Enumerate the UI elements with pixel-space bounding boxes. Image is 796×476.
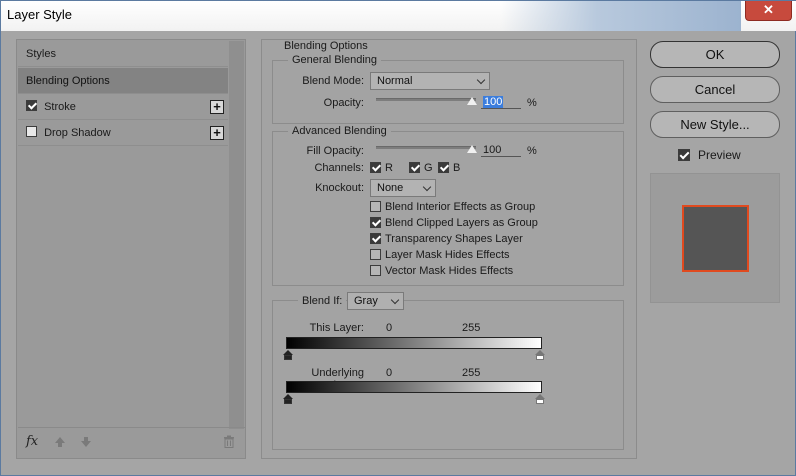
cancel-button[interactable]: Cancel bbox=[650, 76, 780, 103]
trash-icon[interactable] bbox=[223, 435, 235, 451]
arrow-up-icon[interactable] bbox=[54, 436, 66, 448]
styles-list-item-label: Drop Shadow bbox=[44, 127, 111, 139]
knockout-label: Knockout: bbox=[315, 182, 364, 194]
channels-label: Channels: bbox=[314, 162, 364, 174]
ok-button[interactable]: OK bbox=[650, 41, 780, 68]
blend-if-select[interactable]: Gray bbox=[347, 292, 404, 310]
styles-list-panel: Styles Blending Options Stroke + Drop Sh… bbox=[16, 39, 246, 459]
close-button[interactable]: ✕ bbox=[745, 1, 792, 21]
arrow-down-icon[interactable] bbox=[80, 436, 92, 448]
styles-list-scrollbar[interactable] bbox=[229, 41, 244, 429]
blend-mode-value: Normal bbox=[377, 75, 413, 87]
transparency-shapes-layer-label: Transparency Shapes Layer bbox=[385, 233, 523, 245]
add-drop-shadow-button[interactable]: + bbox=[210, 126, 224, 140]
styles-list-item-styles[interactable]: Styles bbox=[18, 41, 228, 67]
styles-list-item-stroke[interactable]: Stroke + bbox=[18, 94, 228, 120]
this-layer-white-stop[interactable] bbox=[535, 350, 545, 360]
styles-list-item-label: Stroke bbox=[44, 101, 76, 113]
this-layer-black-stop[interactable] bbox=[283, 350, 293, 360]
preview-checkbox[interactable] bbox=[678, 149, 690, 161]
channel-b-checkbox[interactable] bbox=[438, 162, 449, 173]
underlying-layer-low-value: 0 bbox=[386, 367, 393, 379]
styles-list-item-blending-options[interactable]: Blending Options bbox=[18, 68, 228, 94]
vector-mask-hides-effects-checkbox[interactable] bbox=[370, 265, 381, 276]
styles-list-item-label: Blending Options bbox=[26, 75, 110, 87]
stroke-checkbox[interactable] bbox=[26, 100, 37, 111]
channel-b-label: B bbox=[453, 162, 461, 174]
advanced-blending-title: Advanced Blending bbox=[288, 125, 391, 137]
fill-opacity-slider-track[interactable] bbox=[376, 146, 476, 149]
general-blending-group bbox=[272, 60, 624, 124]
blend-clipped-layers-checkbox[interactable] bbox=[370, 217, 381, 228]
underlying-layer-high-value: 255 bbox=[462, 367, 481, 379]
channel-g-label: G bbox=[424, 162, 433, 174]
underlying-layer-black-stop[interactable] bbox=[283, 394, 293, 404]
preview-swatch bbox=[682, 205, 749, 272]
opacity-unit: % bbox=[527, 97, 537, 109]
channel-r-checkbox[interactable] bbox=[370, 162, 381, 173]
preview-area bbox=[650, 173, 780, 303]
this-layer-gradient bbox=[286, 337, 542, 349]
vector-mask-hides-effects-label: Vector Mask Hides Effects bbox=[385, 265, 514, 277]
fill-opacity-slider-thumb[interactable] bbox=[467, 145, 477, 153]
add-stroke-button[interactable]: + bbox=[210, 100, 224, 114]
chevron-down-icon bbox=[422, 182, 432, 192]
chevron-down-icon bbox=[476, 75, 486, 85]
knockout-select[interactable]: None bbox=[370, 179, 436, 197]
blend-if-label: Blend If: bbox=[298, 295, 347, 307]
opacity-value: 100 bbox=[483, 96, 504, 108]
fill-opacity-label: Fill Opacity: bbox=[306, 145, 364, 157]
general-blending-title: General Blending bbox=[288, 54, 382, 66]
styles-list-footer: fx bbox=[18, 427, 246, 457]
fx-icon[interactable]: fx bbox=[26, 434, 38, 449]
layer-mask-hides-effects-label: Layer Mask Hides Effects bbox=[385, 249, 510, 261]
blending-options-panel: Blending Options General Blending Blend … bbox=[261, 39, 637, 459]
opacity-label: Opacity: bbox=[323, 97, 364, 109]
title-bar-background bbox=[501, 1, 741, 31]
drop-shadow-checkbox[interactable] bbox=[26, 126, 37, 137]
opacity-input[interactable]: 100 bbox=[481, 95, 521, 109]
blend-if-value: Gray bbox=[354, 295, 378, 307]
this-layer-low-value: 0 bbox=[386, 322, 393, 334]
fill-opacity-unit: % bbox=[527, 145, 537, 157]
styles-list-item-label: Styles bbox=[26, 48, 56, 60]
window-title: Layer Style bbox=[7, 7, 73, 22]
preview-label: Preview bbox=[698, 148, 741, 162]
blend-mode-select[interactable]: Normal bbox=[370, 72, 490, 90]
this-layer-label: This Layer: bbox=[309, 322, 364, 334]
fill-opacity-value: 100 bbox=[483, 144, 502, 156]
channel-r-label: R bbox=[385, 162, 393, 174]
layer-mask-hides-effects-checkbox[interactable] bbox=[370, 249, 381, 260]
opacity-slider-track[interactable] bbox=[376, 98, 476, 101]
plus-icon: + bbox=[213, 125, 221, 140]
fill-opacity-input[interactable]: 100 bbox=[481, 143, 521, 157]
blend-interior-effects-checkbox[interactable] bbox=[370, 201, 381, 212]
underlying-layer-gradient bbox=[286, 381, 542, 393]
plus-icon: + bbox=[213, 99, 221, 114]
this-layer-high-value: 255 bbox=[462, 322, 481, 334]
blend-clipped-layers-label: Blend Clipped Layers as Group bbox=[385, 217, 538, 229]
blending-options-title: Blending Options bbox=[280, 40, 372, 52]
knockout-value: None bbox=[377, 182, 404, 194]
underlying-layer-white-stop[interactable] bbox=[535, 394, 545, 404]
close-icon[interactable]: ✕ bbox=[763, 2, 774, 17]
title-bar[interactable]: Layer Style ✕ bbox=[1, 1, 796, 31]
blend-mode-label: Blend Mode: bbox=[302, 75, 364, 87]
chevron-down-icon bbox=[390, 295, 400, 305]
channel-g-checkbox[interactable] bbox=[409, 162, 420, 173]
styles-list-item-drop-shadow[interactable]: Drop Shadow + bbox=[18, 120, 228, 146]
transparency-shapes-layer-checkbox[interactable] bbox=[370, 233, 381, 244]
opacity-slider-thumb[interactable] bbox=[467, 97, 477, 105]
blend-interior-effects-label: Blend Interior Effects as Group bbox=[385, 201, 536, 213]
new-style-button[interactable]: New Style... bbox=[650, 111, 780, 138]
layer-style-dialog: Layer Style ✕ Styles Blending Options St… bbox=[0, 0, 796, 476]
